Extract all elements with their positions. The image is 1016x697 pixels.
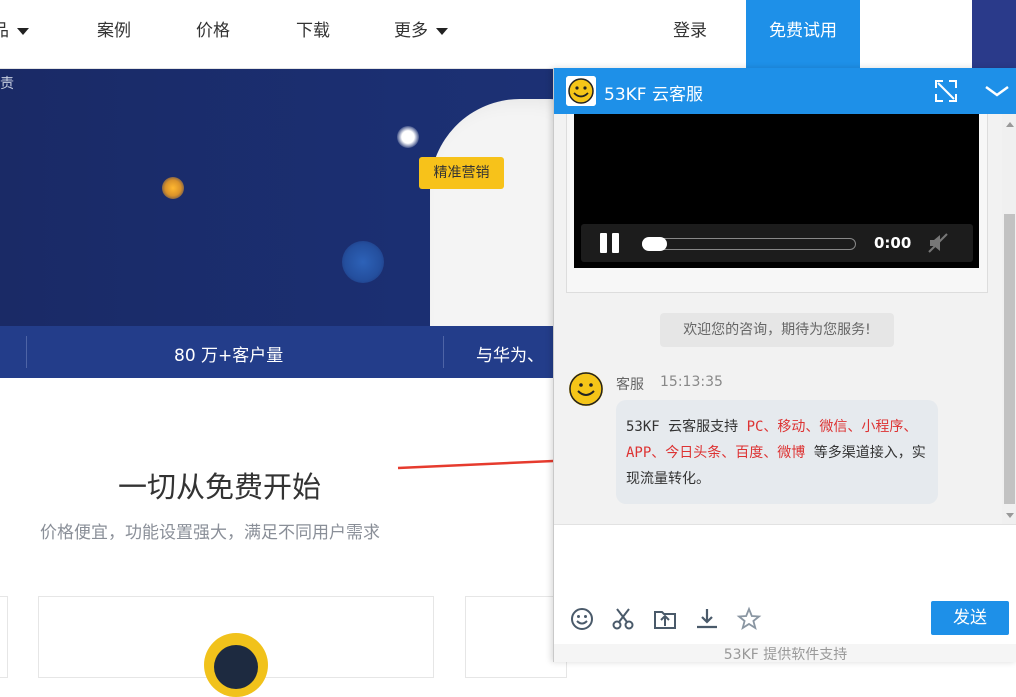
light-dot-white [397,126,419,148]
scroll-thumb[interactable] [1004,214,1015,504]
light-dot-blue [342,241,384,283]
star-icon[interactable] [736,606,762,632]
stat-divider [443,336,444,368]
scroll-up-icon[interactable] [1006,122,1014,127]
stat-customers: 80 万+客户量 [174,346,284,366]
software-credit: 53KF 提供软件支持 [554,644,1016,663]
chat-scrollbar[interactable] [1002,114,1016,524]
mute-icon[interactable] [927,232,949,254]
video-message: 0:00 [566,114,988,293]
banner-ghost-text: 责 [0,76,14,92]
pricing-card[interactable] [465,596,567,678]
light-dot-orange [162,177,184,199]
upload-icon[interactable] [652,606,678,632]
top-navigation: 品 案例 价格 下载 更多 登录 免费试用 [0,0,1016,69]
free-trial-button[interactable]: 免费试用 [746,0,860,68]
agent-avatar [569,372,603,406]
message-timestamp: 15:13:35 [660,374,723,390]
nav-item-more-label: 更多 [394,21,428,41]
welcome-message: 欢迎您的咨询，期待为您服务! [660,313,894,347]
agent-name: 客服 [616,377,644,393]
progress-knob[interactable] [642,237,667,251]
plan-logo-icon [204,633,268,697]
login-link[interactable]: 登录 [673,20,707,42]
chat-messages: 0:00 欢迎您的咨询，期待为您服务! 客服 15:13:35 53KF 云客服… [554,114,1002,524]
collapse-icon[interactable] [984,82,1010,100]
video-player[interactable]: 0:00 [574,114,979,268]
section-subtitle: 价格便宜，功能设置强大，满足不同用户需求 [40,523,380,543]
stat-partners: 与华为、 [476,346,544,366]
video-progress-bar[interactable] [642,237,856,251]
nav-edge-panel [972,0,1016,68]
smiley-logo-icon [566,76,596,106]
expand-icon[interactable] [934,79,958,103]
chat-toolbar: 发送 [554,596,1016,644]
chevron-down-icon [436,27,448,35]
nav-item-products[interactable]: 品 [0,20,29,42]
video-time: 0:00 [874,234,912,252]
marketing-tag: 精准营销 [419,157,504,189]
nav-item-cases[interactable]: 案例 [97,20,131,42]
chevron-down-icon [17,27,29,35]
send-button[interactable]: 发送 [931,601,1009,635]
scissors-icon[interactable] [610,606,636,632]
nav-item-more[interactable]: 更多 [394,20,448,42]
nav-item-download[interactable]: 下载 [296,20,330,42]
download-icon[interactable] [694,606,720,632]
scroll-down-icon[interactable] [1006,513,1014,518]
message-prefix: 53KF 云客服支持 [626,419,747,435]
message-input[interactable] [554,524,1016,597]
nav-item-products-label: 品 [0,21,9,41]
agent-message-bubble: 53KF 云客服支持 PC、移动、微信、小程序、APP、今日头条、百度、微博 等… [616,400,938,504]
chat-title: 53KF 云客服 [604,85,703,105]
video-controls: 0:00 [581,224,973,262]
pause-icon[interactable] [600,233,622,253]
agent-message-text: 53KF 云客服支持 PC、移动、微信、小程序、APP、今日头条、百度、微博 等… [626,414,926,492]
emoji-icon[interactable] [569,606,595,632]
section-title: 一切从免费开始 [118,470,322,504]
pricing-card[interactable] [38,596,434,697]
chat-header: 53KF 云客服 [554,68,1016,114]
stat-divider [26,336,27,368]
chat-window: 53KF 云客服 0:00 欢迎您的咨询，期待为您服务! 客服 15:13:35… [553,68,1016,663]
pricing-card[interactable] [0,596,8,678]
nav-item-pricing[interactable]: 价格 [196,20,230,42]
